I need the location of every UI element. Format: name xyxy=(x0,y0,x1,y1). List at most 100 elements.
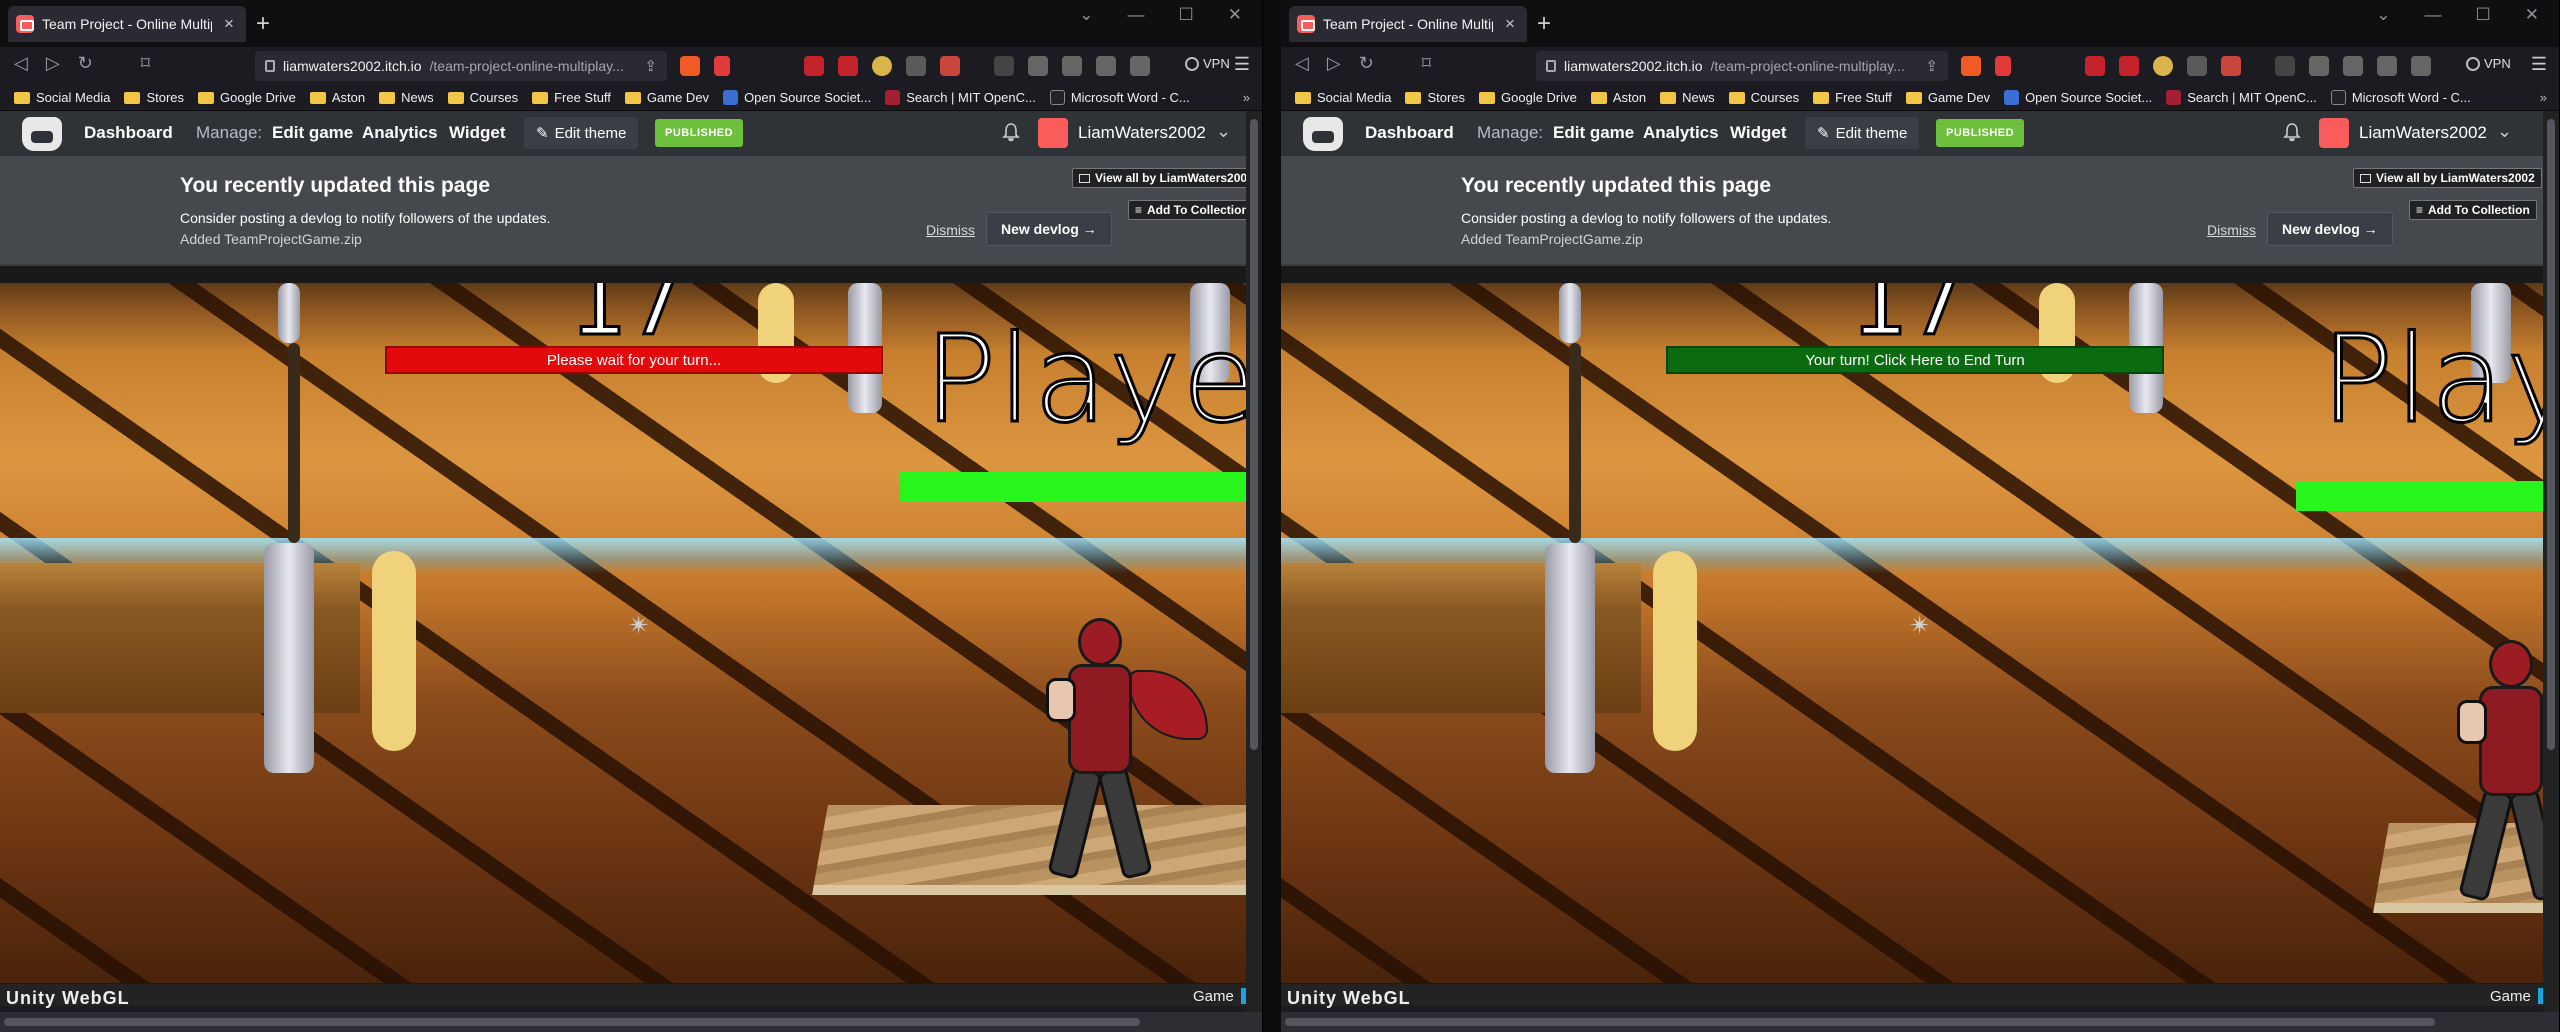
itch-logo-icon[interactable] xyxy=(1303,117,1343,151)
extension-icon[interactable] xyxy=(2221,56,2241,76)
edit-theme-button[interactable]: ✎ Edit theme xyxy=(1805,117,1920,149)
download-icon[interactable] xyxy=(994,56,1014,76)
turn-button[interactable]: Your turn! Click Here to End Turn xyxy=(1666,346,2164,374)
dismiss-link[interactable]: Dismiss xyxy=(2207,222,2256,238)
maximize-button[interactable]: ☐ xyxy=(2476,5,2491,25)
analytics-link[interactable]: Analytics xyxy=(1643,123,1719,143)
download-icon[interactable] xyxy=(2275,56,2295,76)
vpn-button[interactable]: VPN xyxy=(1185,56,1230,71)
bookmark-item[interactable]: News xyxy=(379,90,434,105)
browser-tab[interactable]: Team Project - Online Multiplayer × xyxy=(8,6,246,42)
bookmark-item[interactable]: Free Stuff xyxy=(532,90,611,105)
extension-icon[interactable] xyxy=(1028,56,1048,76)
bookmark-icon[interactable]: ⌑ xyxy=(141,53,150,74)
reload-icon[interactable]: ↻ xyxy=(78,53,93,74)
edit-game-link[interactable]: Edit game xyxy=(1553,123,1634,143)
dashboard-link[interactable]: Dashboard xyxy=(84,123,173,143)
extension-icon[interactable] xyxy=(804,56,824,76)
forward-icon[interactable]: ▷ xyxy=(1327,53,1341,74)
bookmark-item[interactable]: News xyxy=(1660,90,1715,105)
view-all-button[interactable]: View all by LiamWaters2002 xyxy=(2353,168,2542,188)
extension-icon[interactable] xyxy=(838,56,858,76)
horizontal-scrollbar[interactable] xyxy=(0,1012,1262,1032)
reload-icon[interactable]: ↻ xyxy=(1359,53,1374,74)
turn-button[interactable]: Please wait for your turn... xyxy=(385,346,883,374)
music-icon[interactable] xyxy=(1062,56,1082,76)
extension-icon[interactable] xyxy=(2309,56,2329,76)
close-tab-icon[interactable]: × xyxy=(220,14,238,34)
extension-icon[interactable] xyxy=(940,56,960,76)
brave-rewards-icon[interactable] xyxy=(1995,56,2011,76)
forward-icon[interactable]: ▷ xyxy=(46,53,60,74)
bookmark-item[interactable]: Social Media xyxy=(14,90,110,105)
bookmark-item[interactable]: Google Drive xyxy=(198,90,296,105)
bookmark-item[interactable]: Aston xyxy=(309,90,365,105)
bookmark-item[interactable]: Microsoft Word - C... xyxy=(1049,90,1190,105)
published-badge[interactable]: PUBLISHED xyxy=(1936,119,2025,147)
minimize-button[interactable]: — xyxy=(2425,5,2442,25)
bookmark-item[interactable]: Game Dev xyxy=(624,90,709,105)
view-all-button[interactable]: View all by LiamWaters2002 xyxy=(1072,168,1261,188)
bookmark-item[interactable]: Search | MIT OpenC... xyxy=(885,90,1036,105)
close-window-button[interactable]: ✕ xyxy=(1228,5,1242,25)
bookmark-item[interactable]: Stores xyxy=(1405,90,1465,105)
add-to-collection-button[interactable]: ≡ Add To Collection xyxy=(2409,200,2537,220)
extension-icon[interactable] xyxy=(2187,56,2207,76)
back-icon[interactable]: ◁ xyxy=(14,53,28,74)
menu-icon[interactable]: ☰ xyxy=(1234,54,1250,75)
chevron-down-icon[interactable]: ⌄ xyxy=(1216,121,1231,142)
new-devlog-button[interactable]: New devlog → xyxy=(986,212,1112,246)
extension-icon[interactable] xyxy=(2153,56,2173,76)
avatar[interactable] xyxy=(2319,118,2349,148)
edit-game-link[interactable]: Edit game xyxy=(272,123,353,143)
unity-game-canvas[interactable]: 17 Please wait for your turn... Players … xyxy=(0,283,1247,983)
chevron-down-icon[interactable]: ⌄ xyxy=(2497,121,2512,142)
menu-icon[interactable]: ☰ xyxy=(2531,54,2547,75)
close-window-button[interactable]: ✕ xyxy=(2525,5,2539,25)
more-bookmarks-icon[interactable]: » xyxy=(1243,90,1250,105)
address-bar[interactable]: liamwaters2002.itch.io/team-project-onli… xyxy=(255,51,667,81)
new-devlog-button[interactable]: New devlog → xyxy=(2267,212,2393,246)
avatar[interactable] xyxy=(1038,118,1068,148)
widget-link[interactable]: Widget xyxy=(1730,123,1787,143)
dashboard-link[interactable]: Dashboard xyxy=(1365,123,1454,143)
bookmark-item[interactable]: Google Drive xyxy=(1479,90,1577,105)
bell-icon[interactable] xyxy=(2283,122,2301,142)
edit-theme-button[interactable]: ✎ Edit theme xyxy=(524,117,639,149)
new-tab-button[interactable]: + xyxy=(1537,10,1551,38)
brave-rewards-icon[interactable] xyxy=(714,56,730,76)
horizontal-scrollbar[interactable] xyxy=(1281,1012,2559,1032)
bookmark-item[interactable]: Free Stuff xyxy=(1813,90,1892,105)
bookmark-item[interactable]: Microsoft Word - C... xyxy=(2330,90,2471,105)
brave-shield-icon[interactable] xyxy=(1961,56,1981,76)
analytics-link[interactable]: Analytics xyxy=(362,123,438,143)
add-to-collection-button[interactable]: ≡ Add To Collection xyxy=(1128,200,1256,220)
bell-icon[interactable] xyxy=(1002,122,1020,142)
dismiss-link[interactable]: Dismiss xyxy=(926,222,975,238)
bookmark-item[interactable]: Open Source Societ... xyxy=(2004,90,2152,105)
extension-icon[interactable] xyxy=(872,56,892,76)
back-icon[interactable]: ◁ xyxy=(1295,53,1309,74)
bookmark-item[interactable]: Stores xyxy=(124,90,184,105)
published-badge[interactable]: PUBLISHED xyxy=(655,119,744,147)
chevron-down-icon[interactable]: ⌄ xyxy=(2376,5,2390,25)
brave-shield-icon[interactable] xyxy=(680,56,700,76)
chevron-down-icon[interactable]: ⌄ xyxy=(1079,5,1093,25)
bookmark-item[interactable]: Social Media xyxy=(1295,90,1391,105)
close-tab-icon[interactable]: × xyxy=(1501,14,1519,34)
bookmark-item[interactable]: Open Source Societ... xyxy=(723,90,871,105)
bookmark-icon[interactable]: ⌑ xyxy=(1422,53,1431,74)
bookmark-item[interactable]: Courses xyxy=(1728,90,1799,105)
wallet-icon[interactable] xyxy=(2411,56,2431,76)
bookmark-item[interactable]: Game Dev xyxy=(1905,90,1990,105)
extension-icon[interactable] xyxy=(2119,56,2139,76)
more-bookmarks-icon[interactable]: » xyxy=(2540,90,2547,105)
share-icon[interactable]: ⇪ xyxy=(1925,57,1938,75)
minimize-button[interactable]: — xyxy=(1128,5,1145,25)
bookmark-item[interactable]: Aston xyxy=(1590,90,1646,105)
browser-tab[interactable]: Team Project - Online Multiplayer × xyxy=(1289,6,1527,42)
sidebar-icon[interactable] xyxy=(2377,56,2397,76)
widget-link[interactable]: Widget xyxy=(449,123,506,143)
username[interactable]: LiamWaters2002 xyxy=(2359,123,2487,143)
share-icon[interactable]: ⇪ xyxy=(644,57,657,75)
